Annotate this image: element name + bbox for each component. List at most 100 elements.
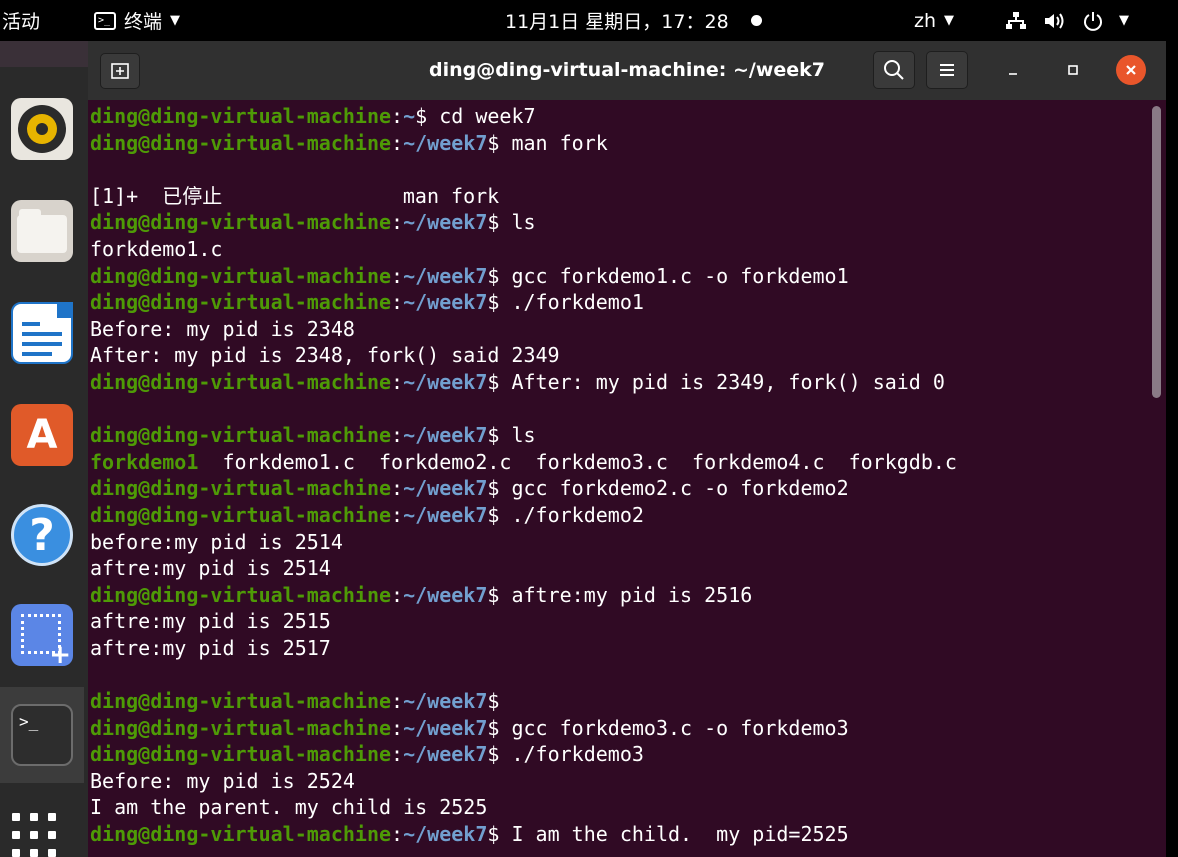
show-apps-icon[interactable]	[12, 813, 62, 857]
terminal-line: After: my pid is 2348, fork() said 2349	[90, 342, 1150, 369]
terminal-line: Before: my pid is 2524	[90, 768, 1150, 795]
terminal-line: forkdemo1 forkdemo1.c forkdemo2.c forkde…	[90, 449, 1150, 476]
dock-item-help[interactable]: ?	[0, 487, 84, 583]
activities-label: 活动	[2, 11, 41, 33]
prompt-user: ding@ding-virtual-machine	[90, 822, 392, 847]
prompt-separator: :	[391, 715, 404, 740]
volume-icon	[1045, 12, 1064, 29]
terminal-line: forkdemo1.c	[90, 236, 1150, 263]
terminal-line: ding@ding-virtual-machine:~/week7$ gcc f…	[90, 263, 1150, 290]
output-text: aftre:my pid is 2515	[90, 609, 331, 634]
prompt-separator: :	[391, 822, 404, 847]
menu-button[interactable]	[926, 51, 968, 89]
prompt-path: ~/week7	[403, 582, 488, 607]
dock-item-screenshot[interactable]: +	[0, 587, 84, 683]
output-text: before:my pid is 2514	[90, 529, 343, 554]
prompt-separator: :	[391, 502, 404, 527]
prompt-separator: :	[391, 476, 404, 501]
terminal-line: ding@ding-virtual-machine:~/week7$ ls	[90, 422, 1150, 449]
output-text: forkdemo1.c	[90, 236, 223, 261]
scrollbar[interactable]	[1152, 106, 1161, 398]
prompt-command: $ ./forkdemo2	[487, 502, 644, 527]
terminal-line: ding@ding-virtual-machine:~/week7$ aftre…	[90, 582, 1150, 609]
prompt-path: ~/week7	[403, 742, 488, 767]
chevron-down-icon: ▼	[1119, 13, 1129, 28]
prompt-path: ~/week7	[403, 290, 488, 315]
prompt-command: $ man fork	[487, 130, 608, 155]
prompt-command: $ ./forkdemo1	[487, 290, 644, 315]
terminal-line: I am the parent. my child is 2525	[90, 794, 1150, 821]
prompt-command: $ ./forkdemo3	[487, 742, 644, 767]
input-method-button[interactable]: zh ▼	[914, 0, 954, 41]
prompt-separator: :	[391, 742, 404, 767]
ls-executable: forkdemo1	[90, 449, 199, 474]
dock-item-rhythmbox[interactable]	[0, 81, 84, 177]
prompt-user: ding@ding-virtual-machine	[90, 502, 392, 527]
terminal-output: ding@ding-virtual-machine:~$ cd week7 din…	[90, 103, 1150, 848]
terminal-line: aftre:my pid is 2517	[90, 635, 1150, 662]
output-text: aftre:my pid is 2514	[90, 556, 331, 581]
minimize-button[interactable]	[998, 55, 1028, 85]
dock-top-edge	[0, 41, 88, 67]
prompt-separator: :	[391, 130, 404, 155]
dock-item-writer[interactable]	[0, 285, 84, 381]
chevron-down-icon: ▼	[944, 13, 955, 28]
prompt-user: ding@ding-virtual-machine	[90, 210, 392, 235]
prompt-user: ding@ding-virtual-machine	[90, 423, 392, 448]
close-button[interactable]	[1116, 55, 1146, 85]
new-tab-icon	[111, 63, 129, 79]
app-menu-button[interactable]: >_ 终端 ▼	[94, 0, 180, 41]
terminal-line: aftre:my pid is 2515	[90, 608, 1150, 635]
terminal-line: ding@ding-virtual-machine:~/week7$ gcc f…	[90, 715, 1150, 742]
clock-button[interactable]: 11月1日 星期日，17：28	[505, 0, 762, 41]
terminal-line: Before: my pid is 2348	[90, 316, 1150, 343]
prompt-command: $ aftre:my pid is 2516	[487, 582, 753, 607]
prompt-user: ding@ding-virtual-machine	[90, 104, 392, 128]
prompt-command: $ After: my pid is 2349, fork() said 0	[487, 369, 945, 394]
terminal-icon: >_	[94, 11, 116, 30]
terminal-line: ding@ding-virtual-machine:~/week7$ ./for…	[90, 741, 1150, 768]
terminal-line: ding@ding-virtual-machine:~/week7$ man f…	[90, 130, 1150, 157]
search-button[interactable]	[873, 51, 915, 89]
terminal-line: aftre:my pid is 2514	[90, 555, 1150, 582]
system-menu-button[interactable]: ▼	[1005, 0, 1129, 41]
prompt-user: ding@ding-virtual-machine	[90, 130, 392, 155]
terminal-line: ding@ding-virtual-machine:~/week7$ I am …	[90, 821, 1150, 848]
chevron-down-icon: ▼	[170, 13, 181, 28]
dock-item-terminal[interactable]: >_	[0, 687, 84, 783]
prompt-separator: :	[391, 423, 404, 448]
lang-label: zh	[914, 9, 937, 32]
terminal-view[interactable]: ding@ding-virtual-machine:~$ cd week7 din…	[88, 100, 1166, 857]
activities-button[interactable]: 活动	[2, 0, 40, 41]
prompt-path: ~/week7	[403, 502, 488, 527]
prompt-command: $ ls	[487, 423, 536, 448]
terminal-icon: >_	[11, 704, 73, 766]
prompt-user: ding@ding-virtual-machine	[90, 369, 392, 394]
dock-item-software[interactable]: A	[0, 387, 84, 483]
maximize-button[interactable]	[1058, 55, 1088, 85]
output-text: After: my pid is 2348, fork() said 2349	[90, 343, 560, 368]
prompt-command: $ cd week7	[415, 104, 536, 128]
prompt-separator: :	[391, 210, 404, 235]
prompt-path: ~/week7	[403, 369, 488, 394]
dock-item-files[interactable]	[0, 183, 84, 279]
output-text: Before: my pid is 2524	[90, 768, 355, 793]
menu-icon	[940, 64, 954, 76]
power-icon	[1084, 11, 1102, 31]
dock: A ? + >_	[0, 41, 88, 857]
search-icon	[884, 60, 904, 80]
minimize-icon	[1009, 73, 1017, 75]
writer-icon	[11, 302, 73, 364]
prompt-path: ~/week7	[403, 130, 488, 155]
ls-files: forkdemo1.c forkdemo2.c forkdemo3.c fork…	[198, 449, 957, 474]
new-tab-button[interactable]	[100, 53, 140, 89]
prompt-user: ding@ding-virtual-machine	[90, 263, 392, 288]
output-text: aftre:my pid is 2517	[90, 635, 331, 660]
app-menu-label: 终端	[124, 11, 163, 33]
close-icon	[1126, 65, 1136, 75]
title-bar[interactable]: ding@ding-virtual-machine: ~/week7	[88, 41, 1166, 100]
prompt-user: ding@ding-virtual-machine	[90, 290, 392, 315]
